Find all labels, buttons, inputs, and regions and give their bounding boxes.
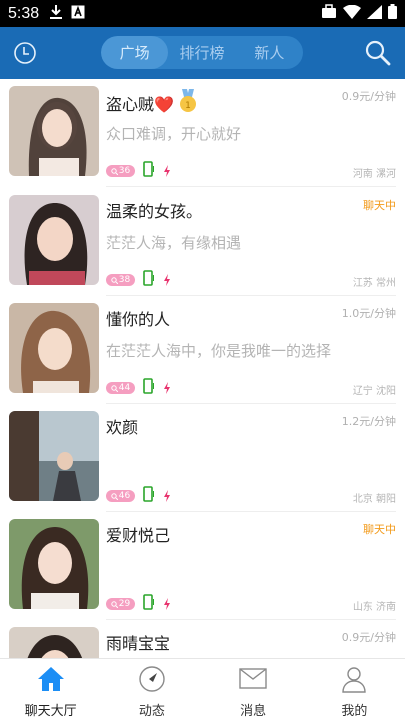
nav-label: 动态	[138, 704, 165, 719]
tab-newcomers[interactable]: 新人	[236, 36, 303, 69]
price-label: 1.2元/分钟	[341, 415, 396, 428]
bottom-nav: 聊天大厅 动态 消息 我的	[0, 658, 405, 721]
user-signature: 在茫茫人海中，你是我唯一的选择	[106, 342, 332, 360]
app-notification-icon	[71, 5, 85, 23]
badge-row: 29	[106, 594, 171, 614]
phone-icon	[143, 486, 155, 506]
age-badge: 36	[106, 165, 135, 177]
svg-text:1: 1	[185, 101, 191, 111]
clock-icon[interactable]	[13, 41, 37, 65]
age-badge: 46	[106, 490, 135, 502]
compass-icon	[138, 665, 166, 697]
chatting-status: 聊天中	[363, 199, 396, 212]
nav-chat-hall[interactable]: 聊天大厅	[0, 659, 101, 721]
price-label: 0.9元/分钟	[341, 90, 396, 103]
download-icon	[49, 4, 63, 24]
tab-ranking[interactable]: 排行榜	[168, 36, 235, 69]
location-label: 河南 漯河	[352, 169, 396, 180]
list-item[interactable]: 盗心贼❤️ 1 众口难调，开心就好 0.9元/分钟 36 河南 漯河	[0, 79, 405, 187]
user-photo	[9, 195, 99, 285]
nav-mine[interactable]: 我的	[304, 659, 405, 721]
phone-icon	[143, 270, 155, 290]
nav-moments[interactable]: 动态	[101, 659, 202, 721]
age-badge: 29	[106, 598, 135, 610]
list-item[interactable]: 懂你的人 在茫茫人海中，你是我唯一的选择 1.0元/分钟 44 辽宁 沈阳	[0, 296, 405, 404]
status-bar: 5:38	[0, 0, 405, 27]
list-item[interactable]: 雨晴宝宝 0.9元/分钟	[0, 620, 405, 658]
divider	[106, 186, 396, 187]
user-signature: 茫茫人海，有缘相遇	[106, 234, 242, 252]
wifi-icon	[343, 4, 361, 23]
age-badge: 44	[106, 382, 135, 394]
phone-icon	[143, 161, 155, 181]
nav-label: 消息	[240, 704, 267, 719]
nav-label: 我的	[341, 704, 368, 719]
location-label: 北京 朝阳	[352, 494, 396, 505]
lightning-icon	[163, 271, 171, 290]
phone-icon	[143, 378, 155, 398]
list-item[interactable]: 爱财悦己 聊天中 29 山东 济南	[0, 512, 405, 620]
lightning-icon	[163, 487, 171, 506]
search-icon[interactable]	[364, 39, 392, 67]
status-right	[321, 4, 397, 23]
user-signature: 众口难调，开心就好	[106, 125, 242, 143]
user-name: 懂你的人	[106, 310, 171, 329]
user-photo	[9, 627, 99, 658]
user-list: 盗心贼❤️ 1 众口难调，开心就好 0.9元/分钟 36 河南 漯河 温柔的女孩…	[0, 79, 405, 658]
lightning-icon	[163, 379, 171, 398]
briefcase-icon	[321, 4, 337, 23]
list-item[interactable]: 欢颜 1.2元/分钟 46 北京 朝阳	[0, 404, 405, 512]
user-photo	[9, 86, 99, 176]
lightning-icon	[163, 595, 171, 614]
lightning-icon	[163, 162, 171, 181]
user-name: 温柔的女孩。	[106, 202, 203, 221]
price-label: 0.9元/分钟	[341, 631, 396, 644]
tab-plaza[interactable]: 广场	[101, 36, 169, 69]
user-name: 盗心贼❤️ 1	[106, 89, 198, 117]
badge-row: 44	[106, 378, 171, 398]
app-bar: 广场 排行榜 新人	[0, 27, 405, 79]
badge-row: 38	[106, 270, 171, 290]
rank-medal-icon: 1	[178, 89, 198, 117]
battery-icon	[388, 4, 397, 23]
signal-icon	[367, 4, 382, 23]
age-badge: 38	[106, 274, 135, 286]
location-label: 辽宁 沈阳	[352, 386, 396, 397]
home-icon	[37, 665, 65, 697]
location-label: 江苏 常州	[352, 278, 396, 289]
user-name: 欢颜	[106, 418, 139, 437]
phone-icon	[143, 594, 155, 614]
location-label: 山东 济南	[352, 602, 396, 613]
user-photo	[9, 519, 99, 609]
price-label: 1.0元/分钟	[341, 307, 396, 320]
mail-icon	[238, 665, 268, 697]
status-time: 5:38	[8, 4, 40, 22]
list-item[interactable]: 温柔的女孩。 茫茫人海，有缘相遇 聊天中 38 江苏 常州	[0, 188, 405, 296]
badge-row: 36	[106, 161, 171, 181]
badge-row: 46	[106, 486, 171, 506]
user-name: 爱财悦己	[106, 526, 171, 545]
person-icon	[340, 665, 368, 697]
user-photo	[9, 411, 99, 501]
user-name: 雨晴宝宝	[106, 634, 171, 653]
chatting-status: 聊天中	[363, 523, 396, 536]
nav-label: 聊天大厅	[24, 704, 77, 719]
top-tab-switcher: 广场 排行榜 新人	[101, 36, 303, 69]
user-photo	[9, 303, 99, 393]
nav-messages[interactable]: 消息	[203, 659, 304, 721]
